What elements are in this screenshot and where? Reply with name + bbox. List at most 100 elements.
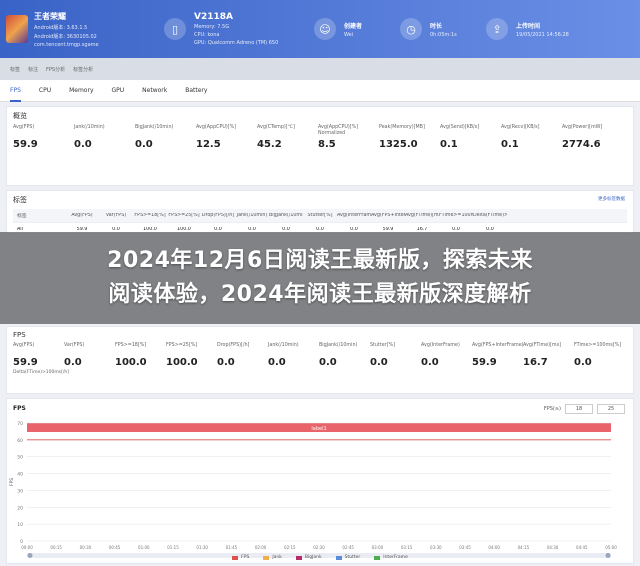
legend-label: FPS [241,555,250,560]
banner-line2: 阅读体验，2024年阅读王最新版深度解析 [108,282,532,307]
labels-header-cell: Avg(FPS+InterFrame) [371,213,405,218]
subbar-item-2[interactable]: FPS分析 [46,66,65,73]
fps-kpi-value: 59.9 [472,357,497,368]
x-tick-label: 00:45 [109,545,121,550]
x-tick-label: 02:30 [313,545,325,550]
tab-cpu[interactable]: CPU [39,80,51,102]
fps-extra-label: Delta(FTime)>100ms[/h] [13,370,70,375]
overview-kpi: Jank(/10min) 0.0 [74,125,135,150]
creator-value: Wei [344,31,354,38]
fps-kpi: Var(FPS) 0.0 [64,343,115,368]
legend-item[interactable]: BigJank [295,555,322,560]
fps-kpi: Drop(FPS)[/h] 0.0 [217,343,268,368]
device-title: V2118A [194,12,233,22]
upload-card: ⇪ 上传时间 19/05/2021 14:56:28 [480,0,630,58]
game-avatar [6,15,28,43]
legend-label: Stutter [344,555,361,560]
fps-threshold-label: FPS(≥) [543,406,561,412]
legend-item[interactable]: Jank [263,555,282,560]
fps-kpi-label: Avg(FPS) [13,343,35,348]
game-title: 王者荣耀 [34,11,66,21]
y-tick-label: 10 [17,522,23,528]
labels-header-cell: Avg(InterFrame) [337,213,371,218]
fps-kpi: Jank(/10min) 0.0 [268,343,319,368]
overview-kpi: Peak(Memory)[MB] 1325.0 [379,125,440,150]
phone-icon: ▯ [164,18,186,40]
creator-card: ☺ 创建者 Wei [308,0,394,58]
banner-line1: 2024年12月6日阅读王最新版，探索未来 [107,248,533,273]
fps-kpi-label: Var(FPS) [64,343,85,348]
fps-kpi: FPS>=25[%] 100.0 [166,343,217,368]
chart-canvas[interactable]: label101020304050607000:00 00:15 00:30 00:4… [7,415,633,565]
tab-gpu[interactable]: GPU [112,80,125,102]
x-tick-label: 01:45 [226,545,238,550]
overview-kpi-value: 0.1 [440,139,458,150]
x-tick-label: 01:15 [167,545,179,550]
tab-battery[interactable]: Battery [185,80,207,102]
tab-memory[interactable]: Memory [69,80,93,102]
fps-threshold-input-a[interactable]: 18 [565,404,593,414]
fps-threshold-input-b[interactable]: 25 [597,404,625,414]
labels-header-cell: FTime>=100ms[%] [439,213,473,218]
device-card: ▯ V2118A Memory: 7.5G CPU: kona GPU: Qua… [158,0,308,58]
overview-kpi-value: 8.5 [318,139,336,150]
overview-kpi-label: Avg(AppCPU)[%] [196,125,237,130]
sub-toolbar: 标签 标注 FPS分析 标签分析 [0,58,640,80]
legend-item[interactable]: Stutter [335,555,361,560]
tab-network[interactable]: Network [142,80,167,102]
device-memory: Memory: 7.5G [194,24,230,30]
fps-kpi-label: Drop(FPS)[/h] [217,343,250,348]
tab-fps[interactable]: FPS [10,80,21,102]
legend-item[interactable]: InterFrame [374,555,408,560]
overview-kpi-label: Peak(Memory)[MB] [379,125,425,130]
x-tick-label: 03:00 [372,545,384,550]
fps-kpi-label: BigJank(/10min) [319,343,358,348]
legend-swatch [232,555,239,560]
fps-kpi: Avg(FPS+InterFrame) 59.9 [472,343,524,368]
overview-kpi-label: Avg(AppCPU)[%] Normalized [318,125,359,136]
overview-kpi: BigJank(/10min) 0.0 [135,125,196,150]
fps-chart: FPS FPS(≥) 18 25 label1 0 10 20 30 40 50 60 70 00… [6,398,634,564]
y-axis-label: FPS [9,478,15,486]
x-tick-label: 02:15 [284,545,296,550]
fps-kpi-value: 16.7 [523,357,548,368]
fps-kpi: BigJank(/10min) 0.0 [319,343,370,368]
x-tick-label: 05:00 [605,545,617,550]
x-tick-label: 04:00 [488,545,500,550]
device-cpu: CPU: kona [194,32,220,38]
subbar-item-1[interactable]: 标注 [28,66,38,73]
fps-kpi-label: FTime>=100ms[%] [574,343,622,348]
legend-item[interactable]: FPS [232,555,249,560]
x-tick-label: 04:30 [547,545,559,550]
legend-label: BigJank [304,555,322,560]
more-labels-link[interactable]: 更多标签数据 [598,196,625,202]
chart-legend: FPS Jank BigJank Stutter InterFrame [7,555,633,560]
overview-title: 概览 [13,112,27,120]
device-gpu: GPU: Qualcomm Adreno (TM) 650 [194,40,279,46]
game-card[interactable]: 王者荣耀 Android版本: 3.63.1.5 Android版本: 3630… [0,0,158,58]
subbar-item-3[interactable]: 标签分析 [73,66,93,73]
fps-kpi-value: 0.0 [421,357,439,368]
label-band-text: label1 [311,426,326,432]
upload-icon: ⇪ [486,18,508,40]
labels-header-cell: Avg(FTime)[ms] [405,213,439,218]
x-tick-label: 02:00 [255,545,267,550]
subbar-item-0[interactable]: 标签 [10,66,20,73]
y-tick-label: 50 [17,455,23,461]
x-tick-label: 04:45 [576,545,588,550]
y-tick-label: 70 [17,421,23,427]
upload-label: 上传时间 [516,22,541,30]
overview-kpi: Avg(Recv)[KB/s] 0.1 [501,125,562,150]
fps-kpi-label: FPS>=25[%] [166,343,198,348]
duration-label: 时长 [430,22,443,30]
fps-kpi-label: FPS>=18[%] [115,343,147,348]
labels-header-cell: Jank(/10min) [236,213,268,218]
overview-kpi-value: 0.0 [135,139,153,150]
labels-header-cell: Drop(FPS)[/h] [201,213,235,218]
labels-panel: 标签 更多标签数据 标签 Avg(FPS) Var(FPS) FPS>=18[%] FP… [6,190,634,237]
legend-label: InterFrame [383,555,408,560]
y-tick-label: 40 [17,472,23,478]
y-tick-label: 20 [17,505,23,511]
user-icon: ☺ [314,18,336,40]
x-tick-label: 01:00 [138,545,150,550]
